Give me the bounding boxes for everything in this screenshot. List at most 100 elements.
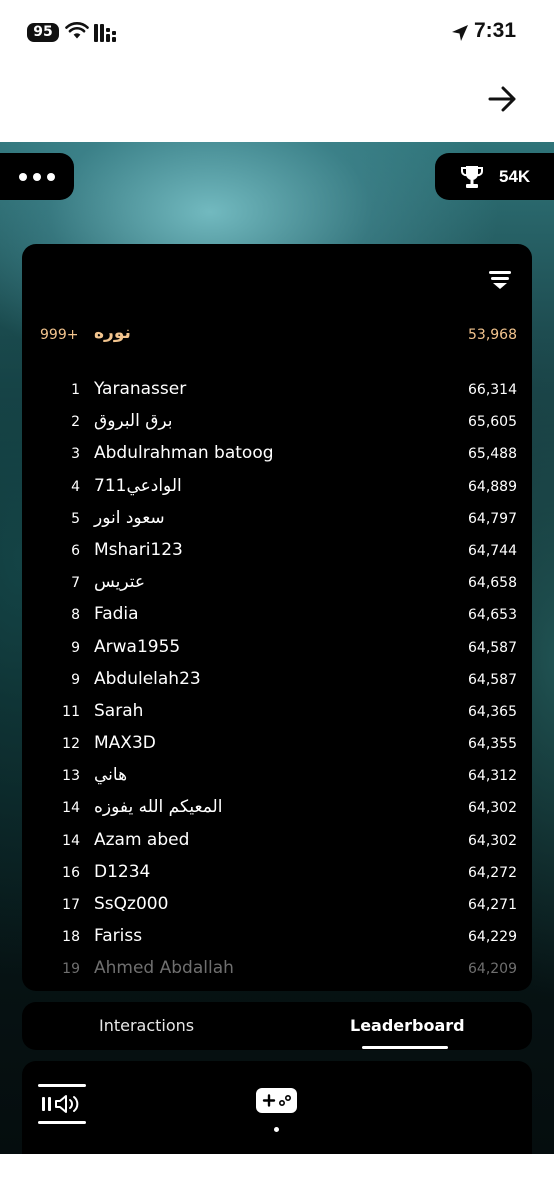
row-rank: 14 [62,832,80,849]
trophy-icon [461,165,483,188]
row-rank: 3 [71,446,80,463]
table-row: 8 Fadia 64,653 [22,603,532,635]
row-name: الوادعي711 [94,475,182,496]
gamepad-button[interactable] [256,1088,297,1113]
more-dots-icon [19,172,27,181]
row-score: 64,312 [468,768,517,785]
row-rank: 12 [62,736,80,753]
row-name: المعيكم الله يفوزه [94,797,223,818]
table-row: 9 Arwa1955 64,587 [22,636,532,668]
row-name: Yaranasser [94,379,187,399]
row-rank: 1 [71,382,80,398]
row-score: 64,209 [468,961,517,978]
status-bar: 95 7:31 [0,0,554,68]
row-name: Fadia [94,604,139,625]
table-row: 1 Yaranasser 66,314 [22,378,532,410]
row-score: 64,658 [468,575,517,592]
row-name: هاني [94,765,128,786]
table-row: 9 Abdulelah23 64,587 [22,668,532,700]
status-time: 7:31 [474,19,517,42]
row-name: D1234 [94,861,151,882]
row-name: Arwa1955 [94,636,181,657]
control-bar-bottom [38,1121,86,1124]
table-row: 14 المعيكم الله يفوزه 64,302 [22,796,532,828]
tab-leaderboard[interactable]: Leaderboard [350,1016,465,1035]
more-dot [47,172,55,181]
my-score: 53,968 [468,327,517,343]
row-rank: 14 [62,800,80,817]
tab-interactions[interactable]: Interactions [99,1016,194,1035]
row-rank: 19 [62,961,80,978]
filter-icon[interactable] [489,270,511,290]
row-score: 64,272 [468,864,517,881]
leaderboard-list[interactable]: 1 Yaranasser 66,314 2 برق البروق 65,605 3 Abd… [22,378,532,990]
row-rank: 8 [71,607,80,624]
row-rank: 7 [71,575,80,592]
tab-bar: Interactions Leaderboard [22,1002,532,1050]
row-rank: 2 [71,414,80,431]
table-row: 2 برق البروق 65,605 [22,410,532,442]
location-arrow-icon [452,25,468,41]
row-rank: 18 [62,929,80,946]
row-name: عتريس [94,572,146,593]
row-score: 64,587 [468,671,517,688]
table-row: 18 Fariss 64,229 [22,925,532,957]
table-row: 17 SsQz000 64,271 [22,893,532,925]
game-view: 54K 999+ نوره 53,968 1 Yaranasser 66,314 2… [0,142,554,1154]
battery-indicator: 95 [27,23,59,42]
pause-sound-button[interactable] [38,1084,86,1124]
row-score: 64,229 [468,929,517,946]
wifi-icon [65,22,89,39]
row-score: 64,797 [468,510,517,527]
row-name: برق البروق [94,411,173,432]
row-score: 64,365 [468,703,517,720]
table-row: 6 Mshari123 64,744 [22,539,532,571]
active-tab-indicator [362,1046,448,1049]
row-name: Abdulrahman batoog [94,443,274,464]
row-name: Sarah [94,700,144,721]
row-rank: 9 [71,639,80,656]
row-score: 65,488 [468,446,517,463]
table-row: 4 الوادعي711 64,889 [22,475,532,507]
page-indicator-dot [274,1127,279,1132]
nav-bar [0,68,554,142]
row-score: 64,587 [468,639,517,656]
row-rank: 9 [71,671,80,688]
my-rank-row: 999+ نوره 53,968 [22,323,532,349]
row-rank: 16 [62,864,80,881]
row-rank: 17 [62,897,80,913]
row-score: 64,271 [468,897,517,913]
table-row: 16 D1234 64,272 [22,861,532,893]
control-bar-top [38,1084,86,1087]
row-score: 64,889 [468,478,517,495]
my-rank: 999+ [40,327,79,343]
row-score: 64,302 [468,800,517,817]
row-rank: 11 [62,703,80,720]
row-name: Abdulelah23 [94,668,201,689]
my-name: نوره [94,323,131,343]
cellular-signal-icon [94,24,116,42]
leaderboard-panel: 999+ نوره 53,968 1 Yaranasser 66,314 2 برق … [22,244,532,991]
row-rank: 5 [71,510,80,527]
row-name: سعود انور [94,507,165,528]
row-score: 64,653 [468,607,517,624]
table-row: 11 Sarah 64,365 [22,700,532,732]
bottom-safe-area [0,1154,554,1200]
row-name: SsQz000 [94,894,169,914]
table-row: 14 Azam abed 64,302 [22,829,532,861]
row-score: 64,302 [468,832,517,849]
row-rank: 13 [62,768,80,785]
row-name: Ahmed Abdallah [94,958,234,979]
score-badge[interactable]: 54K [435,153,554,200]
table-row: 19 Ahmed Abdallah 64,209 [22,957,532,989]
table-row: 12 MAX3D 64,355 [22,732,532,764]
arrow-right-icon[interactable] [488,86,518,112]
more-dot [33,172,41,181]
row-score: 64,355 [468,736,517,753]
table-row: 3 Abdulrahman batoog 65,488 [22,442,532,474]
row-rank: 6 [71,542,80,559]
row-name: Mshari123 [94,539,183,560]
score-value: 54K [499,166,531,186]
table-row: 13 هاني 64,312 [22,764,532,796]
more-options-button[interactable] [0,153,74,200]
